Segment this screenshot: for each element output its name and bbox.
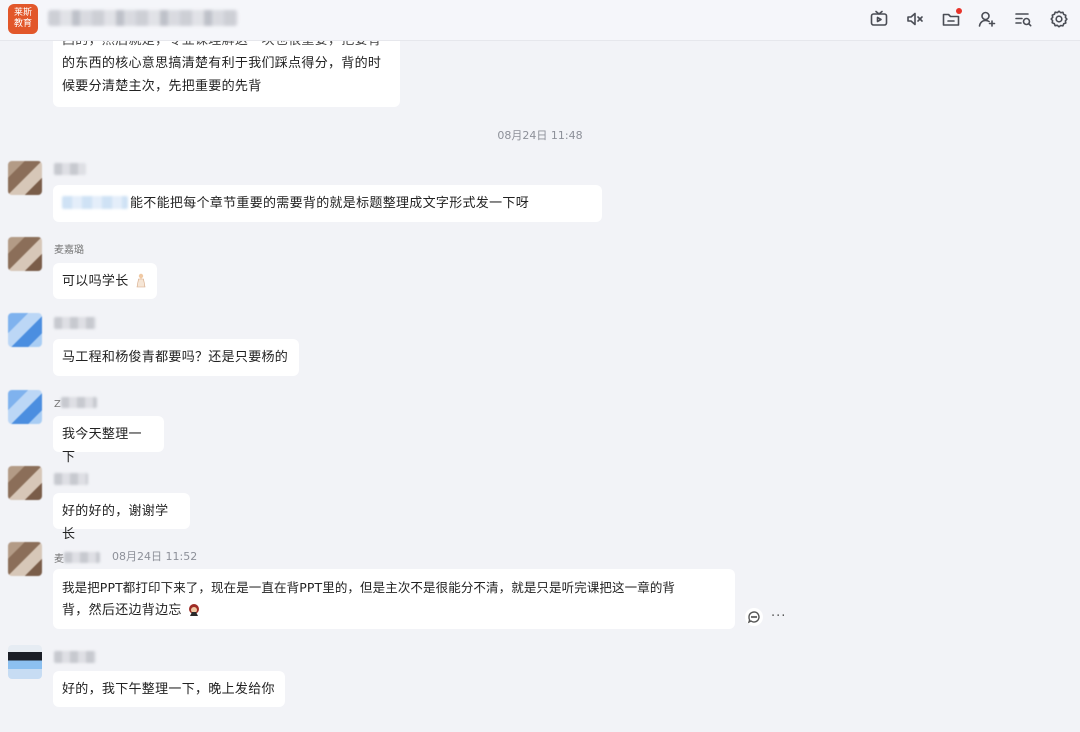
search-list-icon[interactable]	[1012, 8, 1034, 30]
sender-name-redacted	[60, 397, 97, 408]
avatar[interactable]	[8, 313, 42, 347]
message-line: 我是把PPT都打印下来了，现在是一直在背PPT里的，但是主次不是很能分不清，就是…	[62, 580, 676, 595]
sender-name-prefix: 麦	[54, 554, 64, 565]
sender-name-redacted	[54, 473, 88, 485]
mention-redacted	[62, 196, 128, 209]
sender-name: 麦	[54, 550, 100, 565]
message-line: 西的，然后就是，专业课理解这一块也很重要，把要背	[62, 41, 391, 52]
avatar[interactable]	[8, 237, 42, 271]
message-actions: ···	[745, 608, 786, 626]
message-text: 我今天整理一下	[62, 427, 142, 465]
avatar[interactable]	[8, 645, 42, 679]
avatar[interactable]	[8, 390, 42, 424]
message-text: 好的，我下午整理一下，晚上发给你	[62, 682, 275, 697]
app-logo[interactable]: 莱斯 教育	[8, 4, 38, 34]
message-list[interactable]: 西的，然后就是，专业课理解这一块也很重要，把要背 的东西的核心意思搞清楚有利于我…	[0, 41, 1080, 732]
message-line: 候要分清楚主次，先把重要的先背	[62, 79, 262, 94]
gear-icon[interactable]	[1048, 8, 1070, 30]
message-bubble[interactable]: 我是把PPT都打印下来了，现在是一直在背PPT里的，但是主次不是很能分不清，就是…	[53, 569, 735, 629]
message-text: 好的好的，谢谢学长	[62, 504, 169, 542]
message-bubble[interactable]: 能不能把每个章节重要的需要背的就是标题整理成文字形式发一下呀	[53, 185, 602, 222]
avatar[interactable]	[8, 161, 42, 195]
logo-text: 莱斯 教育	[13, 8, 32, 29]
sender-name: 麦嘉璐	[54, 245, 84, 256]
sender-name-redacted	[54, 317, 96, 329]
message-text: 可以吗学长	[62, 274, 129, 289]
reply-icon[interactable]	[745, 608, 763, 626]
tv-icon[interactable]	[868, 8, 890, 30]
sender-name-prefix: Z	[54, 399, 61, 410]
title-bar: 莱斯 教育	[0, 0, 1080, 41]
sender-name-redacted	[54, 651, 96, 663]
sender-name-redacted	[64, 552, 100, 563]
message-bubble[interactable]: 好的好的，谢谢学长	[53, 493, 190, 542]
message-line: 背，然后还边背边忘	[62, 599, 726, 622]
avatar[interactable]	[8, 542, 42, 576]
group-title-redacted	[48, 10, 238, 26]
message-bubble[interactable]: 可以吗学长	[53, 263, 157, 299]
message-bubble[interactable]: 我今天整理一下	[53, 416, 164, 465]
notification-dot	[956, 8, 962, 14]
message-bubble[interactable]: 马工程和杨俊青都要吗？还是只要杨的	[53, 339, 299, 376]
folder-icon[interactable]	[940, 8, 962, 30]
message-text: 马工程和杨俊青都要吗？还是只要杨的	[62, 350, 289, 365]
message-bubble[interactable]: 好的，我下午整理一下，晚上发给你	[53, 671, 285, 707]
message-timestamp: 08月24日 11:52	[112, 550, 198, 563]
sender-name-redacted	[54, 163, 86, 175]
message-bubble[interactable]: 西的，然后就是，专业课理解这一块也很重要，把要背 的东西的核心意思搞清楚有利于我…	[53, 41, 400, 107]
message-line-text: 背，然后还边背边忘	[62, 603, 182, 618]
more-options-button[interactable]: ···	[771, 608, 786, 626]
avatar[interactable]	[8, 466, 42, 500]
speaker-icon[interactable]	[904, 8, 926, 30]
pray-emoji-icon	[136, 273, 146, 288]
time-separator: 08月24日 11:48	[497, 129, 583, 142]
sender-name: Z	[54, 397, 97, 410]
message-text: 能不能把每个章节重要的需要背的就是标题整理成文字形式发一下呀	[130, 196, 530, 211]
facepalm-emoji-icon	[189, 604, 200, 616]
add-user-icon[interactable]	[976, 8, 998, 30]
message-line: 的东西的核心意思搞清楚有利于我们踩点得分，背的时	[62, 56, 382, 71]
toolbar	[868, 8, 1070, 30]
